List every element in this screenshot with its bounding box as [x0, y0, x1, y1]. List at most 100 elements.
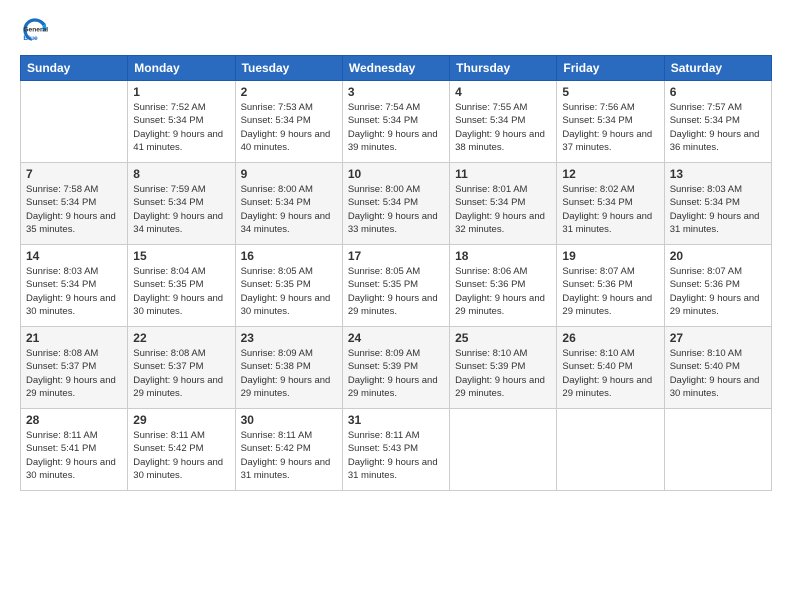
calendar-cell: 8 Sunrise: 7:59 AMSunset: 5:34 PMDaylight… — [128, 163, 235, 245]
weekday-header: Saturday — [664, 56, 771, 81]
day-info: Sunrise: 8:09 AMSunset: 5:38 PMDaylight:… — [241, 347, 337, 400]
calendar-cell: 1Sunrise: 7:52 AMSunset: 5:34 PMDaylight… — [128, 81, 235, 163]
day-number: 31 — [348, 413, 444, 427]
day-info: Sunrise: 8:10 AMSunset: 5:39 PMDaylight:… — [455, 347, 551, 400]
day-number: 24 — [348, 331, 444, 345]
day-number: 17 — [348, 249, 444, 263]
day-info: Sunrise: 8:00 AMSunset: 5:34 PMDaylight:… — [348, 183, 444, 236]
calendar-cell: 11 Sunrise: 8:01 AMSunset: 5:34 PMDayligh… — [450, 163, 557, 245]
day-info: Sunrise: 8:11 AMSunset: 5:43 PMDaylight:… — [348, 429, 444, 482]
day-number: 15 — [133, 249, 229, 263]
calendar-week-row: 21Sunrise: 8:08 AMSunset: 5:37 PMDayligh… — [21, 327, 772, 409]
day-info: Sunrise: 8:05 AMSunset: 5:35 PMDaylight:… — [241, 265, 337, 318]
calendar-cell — [664, 409, 771, 491]
calendar-cell: 19 Sunrise: 8:07 AMSunset: 5:36 PMDayligh… — [557, 245, 664, 327]
calendar-cell: 16 Sunrise: 8:05 AMSunset: 5:35 PMDayligh… — [235, 245, 342, 327]
weekday-header: Thursday — [450, 56, 557, 81]
day-number: 3 — [348, 85, 444, 99]
day-info: Sunrise: 7:52 AMSunset: 5:34 PMDaylight:… — [133, 101, 229, 154]
day-info: Sunrise: 7:56 AMSunset: 5:34 PMDaylight:… — [562, 101, 658, 154]
calendar-cell: 25 Sunrise: 8:10 AMSunset: 5:39 PMDayligh… — [450, 327, 557, 409]
calendar-cell: 28Sunrise: 8:11 AMSunset: 5:41 PMDayligh… — [21, 409, 128, 491]
day-number: 29 — [133, 413, 229, 427]
calendar-cell — [21, 81, 128, 163]
calendar-cell: 14 Sunrise: 8:03 AMSunset: 5:34 PMDayligh… — [21, 245, 128, 327]
calendar-cell: 2 Sunrise: 7:53 AMSunset: 5:34 PMDaylight… — [235, 81, 342, 163]
calendar-cell: 21Sunrise: 8:08 AMSunset: 5:37 PMDayligh… — [21, 327, 128, 409]
calendar-cell: 6Sunrise: 7:57 AMSunset: 5:34 PMDaylight… — [664, 81, 771, 163]
calendar-cell — [450, 409, 557, 491]
logo-icon: General Blue — [20, 15, 50, 45]
calendar-cell — [557, 409, 664, 491]
day-number: 25 — [455, 331, 551, 345]
calendar-table: SundayMondayTuesdayWednesdayThursdayFrid… — [20, 55, 772, 491]
calendar-cell: 7Sunrise: 7:58 AMSunset: 5:34 PMDaylight… — [21, 163, 128, 245]
calendar-cell: 5 Sunrise: 7:56 AMSunset: 5:34 PMDaylight… — [557, 81, 664, 163]
day-info: Sunrise: 8:10 AMSunset: 5:40 PMDaylight:… — [670, 347, 766, 400]
calendar-cell: 10 Sunrise: 8:00 AMSunset: 5:34 PMDayligh… — [342, 163, 449, 245]
day-info: Sunrise: 8:11 AMSunset: 5:41 PMDaylight:… — [26, 429, 122, 482]
day-info: Sunrise: 8:00 AMSunset: 5:34 PMDaylight:… — [241, 183, 337, 236]
weekday-header: Monday — [128, 56, 235, 81]
day-number: 27 — [670, 331, 766, 345]
svg-text:Blue: Blue — [23, 35, 38, 42]
day-number: 16 — [241, 249, 337, 263]
calendar-cell: 15 Sunrise: 8:04 AMSunset: 5:35 PMDayligh… — [128, 245, 235, 327]
calendar-cell: 24 Sunrise: 8:09 AMSunset: 5:39 PMDayligh… — [342, 327, 449, 409]
calendar-week-row: 7Sunrise: 7:58 AMSunset: 5:34 PMDaylight… — [21, 163, 772, 245]
day-number: 2 — [241, 85, 337, 99]
day-number: 22 — [133, 331, 229, 345]
day-number: 8 — [133, 167, 229, 181]
weekday-header-row: SundayMondayTuesdayWednesdayThursdayFrid… — [21, 56, 772, 81]
svg-text:General: General — [23, 27, 48, 34]
day-info: Sunrise: 7:53 AMSunset: 5:34 PMDaylight:… — [241, 101, 337, 154]
calendar-cell: 29Sunrise: 8:11 AMSunset: 5:42 PMDayligh… — [128, 409, 235, 491]
weekday-header: Tuesday — [235, 56, 342, 81]
weekday-header: Wednesday — [342, 56, 449, 81]
weekday-header: Friday — [557, 56, 664, 81]
calendar-cell: 20Sunrise: 8:07 AMSunset: 5:36 PMDayligh… — [664, 245, 771, 327]
calendar-cell: 27 Sunrise: 8:10 AMSunset: 5:40 PMDayligh… — [664, 327, 771, 409]
day-info: Sunrise: 8:01 AMSunset: 5:34 PMDaylight:… — [455, 183, 551, 236]
day-number: 13 — [670, 167, 766, 181]
day-number: 4 — [455, 85, 551, 99]
day-number: 7 — [26, 167, 122, 181]
calendar-cell: 31 Sunrise: 8:11 AMSunset: 5:43 PMDayligh… — [342, 409, 449, 491]
calendar-cell: 13Sunrise: 8:03 AMSunset: 5:34 PMDayligh… — [664, 163, 771, 245]
day-number: 19 — [562, 249, 658, 263]
day-info: Sunrise: 8:06 AMSunset: 5:36 PMDaylight:… — [455, 265, 551, 318]
day-info: Sunrise: 8:11 AMSunset: 5:42 PMDaylight:… — [241, 429, 337, 482]
day-number: 10 — [348, 167, 444, 181]
calendar-week-row: 1Sunrise: 7:52 AMSunset: 5:34 PMDaylight… — [21, 81, 772, 163]
day-info: Sunrise: 7:59 AMSunset: 5:34 PMDaylight:… — [133, 183, 229, 236]
day-info: Sunrise: 8:03 AMSunset: 5:34 PMDaylight:… — [26, 265, 122, 318]
day-number: 23 — [241, 331, 337, 345]
page: General Blue SundayMondayTuesdayWednesda… — [0, 0, 792, 612]
calendar-week-row: 14 Sunrise: 8:03 AMSunset: 5:34 PMDayligh… — [21, 245, 772, 327]
day-number: 20 — [670, 249, 766, 263]
day-number: 21 — [26, 331, 122, 345]
calendar-cell: 30 Sunrise: 8:11 AMSunset: 5:42 PMDayligh… — [235, 409, 342, 491]
day-number: 11 — [455, 167, 551, 181]
calendar-week-row: 28Sunrise: 8:11 AMSunset: 5:41 PMDayligh… — [21, 409, 772, 491]
day-number: 30 — [241, 413, 337, 427]
day-number: 5 — [562, 85, 658, 99]
day-number: 26 — [562, 331, 658, 345]
calendar-cell: 26 Sunrise: 8:10 AMSunset: 5:40 PMDayligh… — [557, 327, 664, 409]
calendar-cell: 12Sunrise: 8:02 AMSunset: 5:34 PMDayligh… — [557, 163, 664, 245]
day-number: 6 — [670, 85, 766, 99]
weekday-header: Sunday — [21, 56, 128, 81]
calendar-cell: 4 Sunrise: 7:55 AMSunset: 5:34 PMDaylight… — [450, 81, 557, 163]
day-number: 9 — [241, 167, 337, 181]
day-info: Sunrise: 8:07 AMSunset: 5:36 PMDaylight:… — [562, 265, 658, 318]
day-info: Sunrise: 8:05 AMSunset: 5:35 PMDaylight:… — [348, 265, 444, 318]
day-number: 18 — [455, 249, 551, 263]
day-info: Sunrise: 8:10 AMSunset: 5:40 PMDaylight:… — [562, 347, 658, 400]
day-number: 14 — [26, 249, 122, 263]
day-info: Sunrise: 7:55 AMSunset: 5:34 PMDaylight:… — [455, 101, 551, 154]
day-info: Sunrise: 8:02 AMSunset: 5:34 PMDaylight:… — [562, 183, 658, 236]
day-info: Sunrise: 8:09 AMSunset: 5:39 PMDaylight:… — [348, 347, 444, 400]
day-info: Sunrise: 8:04 AMSunset: 5:35 PMDaylight:… — [133, 265, 229, 318]
day-info: Sunrise: 7:54 AMSunset: 5:34 PMDaylight:… — [348, 101, 444, 154]
calendar-cell: 17 Sunrise: 8:05 AMSunset: 5:35 PMDayligh… — [342, 245, 449, 327]
